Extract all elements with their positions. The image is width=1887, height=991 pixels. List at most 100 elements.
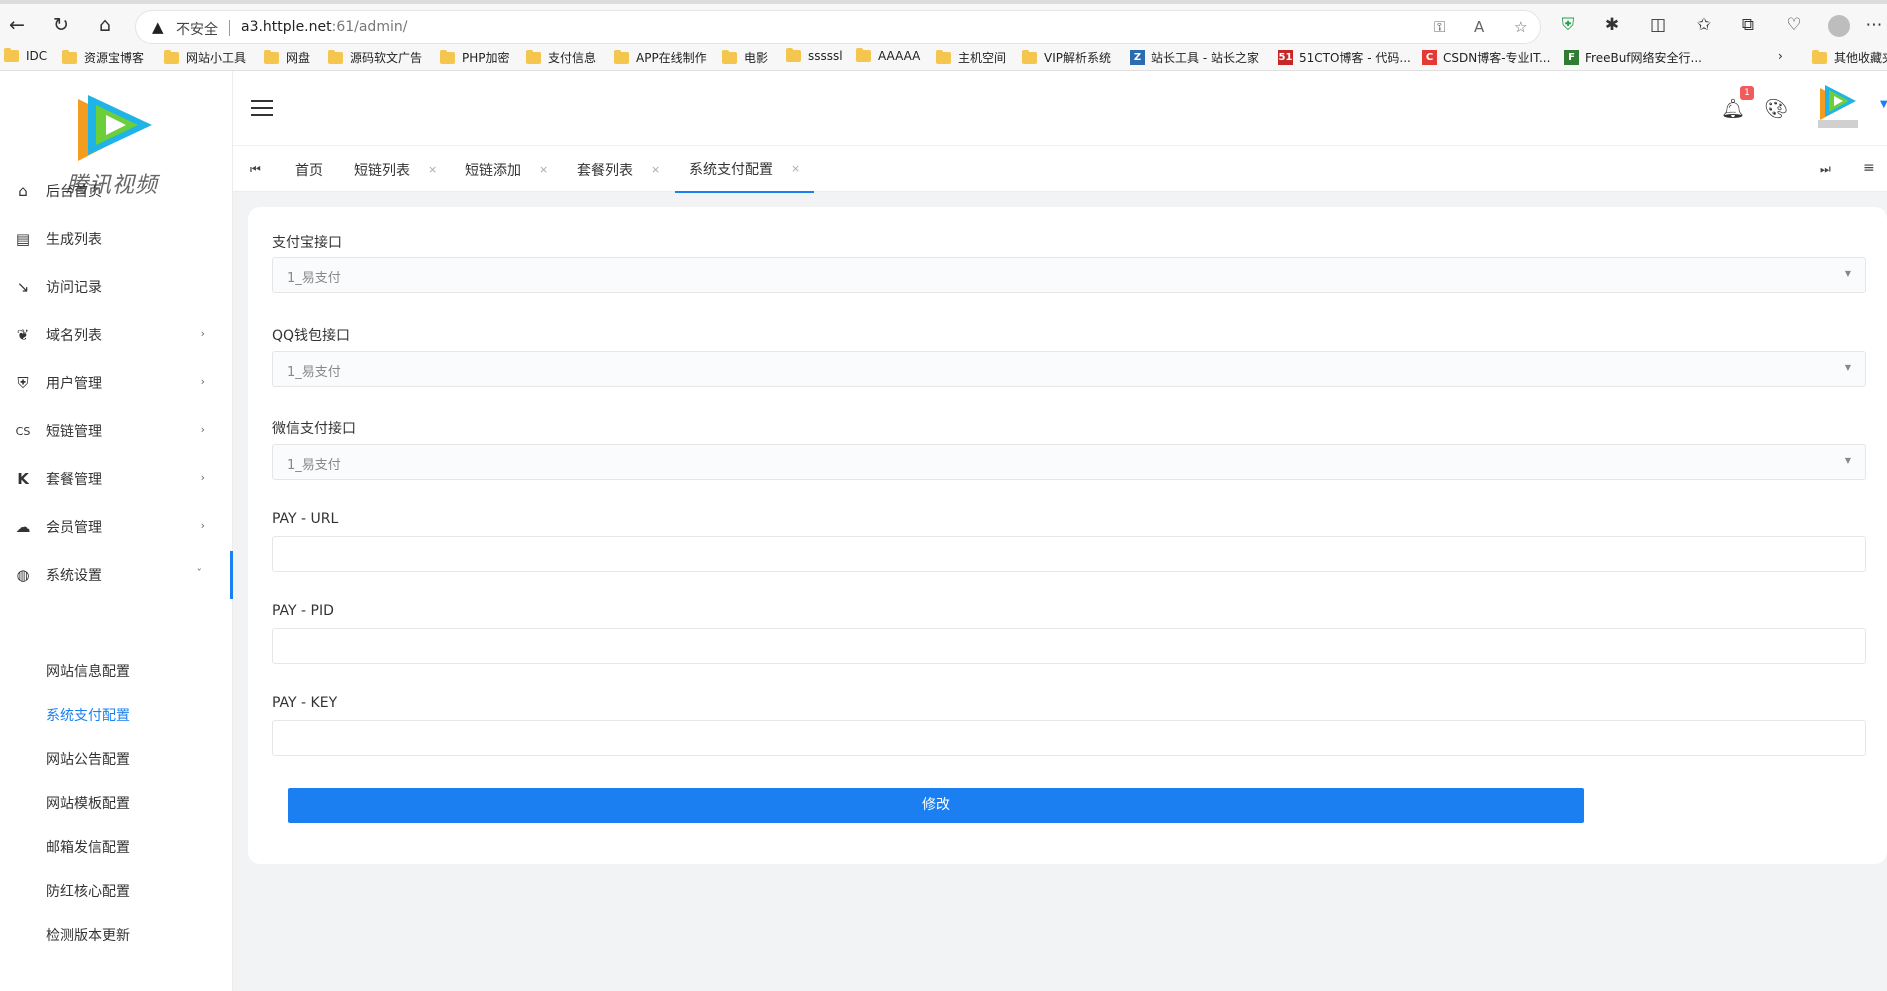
folder-icon [4,48,19,62]
leaf-icon: ❦ [16,326,30,344]
reload-icon[interactable]: ↻ [50,14,72,36]
browser-toolbar: ← ↻ ⌂ ▲ 不安全 a3.httple.net:61/admin/ ⚿ A … [0,0,1887,45]
sidebar-item-member-management[interactable]: ☁ 会员管理 › [0,503,233,551]
bookmark-item[interactable]: APP在线制作 [614,49,707,66]
bookmark-item[interactable]: AAAAA [856,48,920,63]
bookmark-item[interactable]: 51 51CTO博客 - 代码... [1278,49,1411,66]
folder-icon [722,49,737,64]
sidebar-item-system-settings[interactable]: ◍ 系统设置 ˇ [0,551,233,599]
user-shield-icon: ⛨ [17,374,29,392]
caret-down-icon[interactable]: ▼ [1880,99,1887,110]
extensions-icon[interactable]: ✱ [1600,15,1624,35]
submenu-site-info[interactable]: 网站信息配置 [46,661,130,681]
qq-wallet-label: QQ钱包接口 [272,328,351,344]
health-icon[interactable]: ♡ [1782,15,1806,35]
sidebar-item-generated-list[interactable]: ▤ 生成列表 [0,215,233,263]
bookmark-item[interactable]: 资源宝博客 [62,49,144,66]
bookmark-item[interactable]: F FreeBuf网络安全行... [1564,49,1702,66]
chevron-right-icon[interactable]: › [1778,49,1783,63]
menu-toggle-icon[interactable] [251,100,273,121]
sidebar-item-user-management[interactable]: ⛨ 用户管理 › [0,359,233,407]
tencent-video-logo [78,95,152,161]
bell-icon[interactable]: 🔔︎ [1721,97,1745,120]
sidebar-item-shortlink-management[interactable]: CS 短链管理 › [0,407,233,455]
wechat-pay-select[interactable]: 1_易支付 ▼ [272,444,1866,480]
submenu-check-update[interactable]: 检测版本更新 [46,925,130,945]
bookmark-item[interactable]: 网盘 [264,49,310,66]
back-icon[interactable]: ← [6,14,28,36]
bookmark-item[interactable]: 其他收藏夹 [1812,49,1887,66]
close-icon[interactable]: × [539,163,548,176]
chevron-right-icon: › [200,327,205,340]
bookmark-item[interactable]: VIP解析系统 [1022,49,1111,66]
submenu-announcement[interactable]: 网站公告配置 [46,749,130,769]
home-browser-icon[interactable]: ⌂ [94,14,116,36]
favorite-star-icon[interactable]: ☆ [1514,18,1527,36]
caret-down-icon: ▼ [1844,269,1851,278]
51cto-icon: 51 [1278,50,1293,65]
sidebar-item-package-management[interactable]: K 套餐管理 › [0,455,233,503]
tabs-scroll-left-icon[interactable]: ⏮ [250,162,261,177]
bookmark-item[interactable]: 电影 [722,49,768,66]
folder-icon [526,49,541,64]
tabs-scroll-right-icon[interactable]: ⏭ [1820,162,1831,177]
payment-config-card: 支付宝接口 1_易支付 ▼ QQ钱包接口 1_易支付 ▼ 微信支付接口 1_易支… [248,207,1887,864]
shield-extension-icon[interactable]: ⛨ [1556,15,1580,35]
bookmark-item[interactable]: 支付信息 [526,49,596,66]
tab-shortlink-add[interactable]: 短链添加 × [465,146,548,193]
tab-payment-config[interactable]: 系统支付配置 × [675,146,815,193]
submit-button[interactable]: 修改 [288,788,1584,823]
qq-wallet-select[interactable]: 1_易支付 ▼ [272,351,1866,387]
close-icon[interactable]: × [651,163,660,176]
key-icon[interactable]: ⚿ [1434,18,1445,36]
bookmark-item[interactable]: sssssl [786,48,843,63]
read-aloud-icon[interactable]: A [1474,18,1484,36]
address-bar[interactable]: ▲ 不安全 a3.httple.net:61/admin/ ⚿ A ☆ [135,10,1541,44]
folder-icon [328,49,343,64]
bookmark-item[interactable]: C CSDN博客-专业IT... [1422,49,1550,66]
pay-pid-input[interactable] [272,628,1866,664]
tab-shortlink-list[interactable]: 短链列表 × [354,146,437,193]
alipay-select[interactable]: 1_易支付 ▼ [272,257,1866,293]
submenu-template[interactable]: 网站模板配置 [46,793,130,813]
bookmark-item[interactable]: 主机空间 [936,49,1006,66]
tab-package-list[interactable]: 套餐列表 × [577,146,660,193]
pay-key-label: PAY - KEY [272,695,338,711]
folder-icon [614,49,629,64]
bookmarks-bar: IDC 资源宝博客 网站小工具 网盘 源码软文广告 PHP加密 支付信息 APP… [0,45,1887,71]
bookmark-item[interactable]: PHP加密 [440,49,510,66]
bookmark-item[interactable]: 源码软文广告 [328,49,422,66]
pay-key-input[interactable] [272,720,1866,756]
bookmark-item[interactable]: 网站小工具 [164,49,246,66]
folder-icon [856,48,871,62]
submenu-mail[interactable]: 邮箱发信配置 [46,837,130,857]
freebuf-icon: F [1564,50,1579,65]
more-icon[interactable]: ⋯ [1862,15,1886,35]
sidebar-item-domain-list[interactable]: ❦ 域名列表 › [0,311,233,359]
home-icon: ⌂ [18,182,28,200]
tabs-menu-icon[interactable]: ≡ [1863,160,1875,176]
pay-url-input[interactable] [272,536,1866,572]
folder-icon [440,49,455,64]
split-screen-icon[interactable]: ◫ [1646,15,1670,35]
collections-icon[interactable]: ⧉ [1736,15,1760,35]
submenu-anti-red[interactable]: 防红核心配置 [46,881,130,901]
list-icon: ▤ [15,230,31,248]
notification-badge: 1 [1740,86,1754,100]
bookmark-item[interactable]: IDC [4,48,47,63]
close-icon[interactable]: × [791,162,800,175]
bookmark-item[interactable]: Z 站长工具 - 站长之家 [1130,49,1259,66]
user-avatar[interactable] [1816,82,1860,130]
sidebar-item-dashboard[interactable]: ⌂ 后台首页 [0,167,233,215]
palette-icon[interactable]: 🎨︎ [1764,97,1788,120]
close-icon[interactable]: × [428,163,437,176]
tab-home[interactable]: 首页 [295,146,323,193]
submenu-payment-config[interactable]: 系统支付配置 [46,705,130,725]
folder-icon [62,49,77,64]
link-icon: CS [15,424,31,438]
pay-pid-label: PAY - PID [272,603,334,619]
favorites-icon[interactable]: ✩ [1692,15,1716,35]
record-icon: ↘ [16,278,30,296]
sidebar-item-access-log[interactable]: ↘ 访问记录 [0,263,233,311]
profile-avatar[interactable] [1828,15,1850,37]
